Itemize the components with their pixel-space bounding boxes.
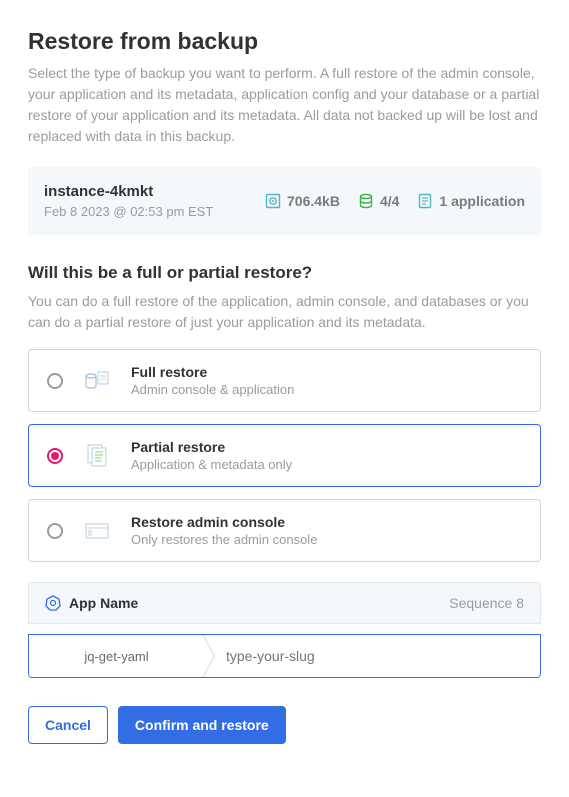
full-restore-icon — [81, 365, 113, 397]
cancel-button[interactable]: Cancel — [28, 706, 108, 744]
confirm-restore-button[interactable]: Confirm and restore — [118, 706, 286, 744]
backup-instance-name: instance-4kmkt — [44, 183, 245, 200]
option-partial-subtitle: Application & metadata only — [131, 457, 522, 472]
option-full-title: Full restore — [131, 364, 522, 380]
option-admin-title: Restore admin console — [131, 514, 522, 530]
slug-input-row: jq-get-yaml — [28, 634, 541, 678]
partial-restore-icon — [81, 440, 113, 472]
sequence-label: Sequence 8 — [449, 595, 524, 611]
option-partial-title: Partial restore — [131, 439, 522, 455]
app-header-row: App Name Sequence 8 — [28, 582, 541, 624]
size-icon — [265, 193, 281, 209]
backup-info-card: instance-4kmkt Feb 8 2023 @ 02:53 pm EST… — [28, 167, 541, 235]
option-full-restore[interactable]: Full restore Admin console & application — [28, 349, 541, 412]
page-description: Select the type of backup you want to pe… — [28, 63, 541, 147]
option-partial-restore[interactable]: Partial restore Application & metadata o… — [28, 424, 541, 487]
option-admin-console[interactable]: Restore admin console Only restores the … — [28, 499, 541, 562]
kubernetes-icon — [45, 595, 61, 611]
option-admin-subtitle: Only restores the admin console — [131, 532, 522, 547]
restore-type-description: You can do a full restore of the applica… — [28, 291, 541, 333]
restore-type-title: Will this be a full or partial restore? — [28, 263, 541, 283]
backup-apps-stat: 1 application — [417, 193, 525, 209]
app-name-label: App Name — [69, 595, 138, 611]
backup-size-stat: 706.4kB — [265, 193, 340, 209]
database-icon — [358, 193, 374, 209]
option-full-subtitle: Admin console & application — [131, 382, 522, 397]
admin-console-icon — [81, 515, 113, 547]
backup-volumes-stat: 4/4 — [358, 193, 399, 209]
radio-full[interactable] — [47, 373, 63, 389]
slug-input[interactable] — [204, 635, 540, 677]
application-icon — [417, 193, 433, 209]
radio-admin[interactable] — [47, 523, 63, 539]
backup-timestamp: Feb 8 2023 @ 02:53 pm EST — [44, 204, 245, 219]
slug-prefix-label: jq-get-yaml — [29, 635, 204, 677]
page-title: Restore from backup — [28, 28, 541, 55]
radio-partial[interactable] — [47, 448, 63, 464]
